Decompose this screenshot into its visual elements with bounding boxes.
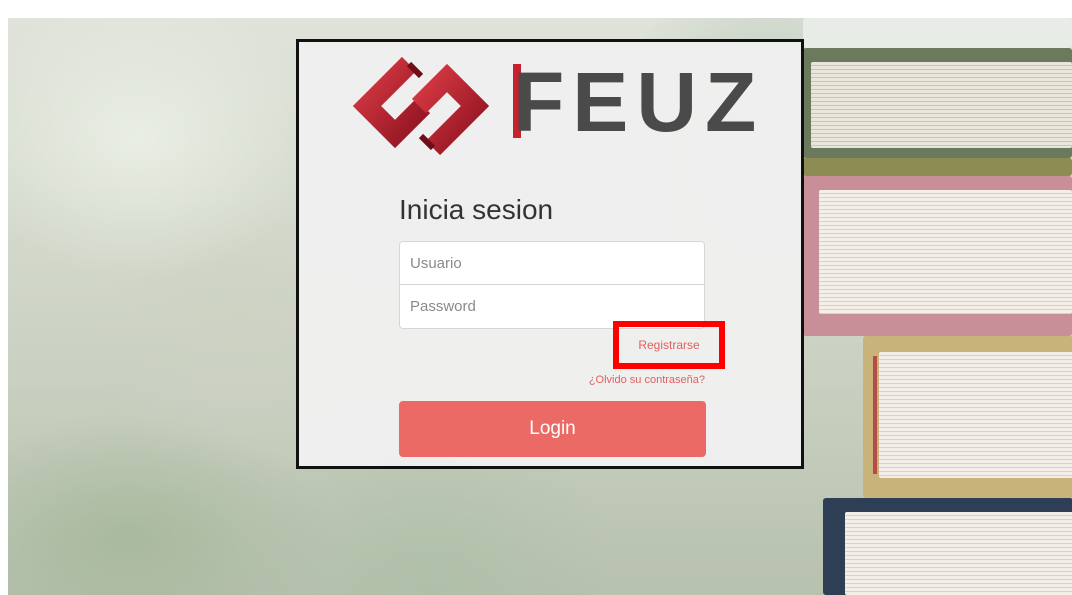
book xyxy=(823,498,1072,595)
book-stack-image xyxy=(803,18,1072,595)
forgot-password-link[interactable]: ¿Olvido su contraseña? xyxy=(589,374,705,386)
brand-logo: FEUZ xyxy=(351,50,761,162)
book xyxy=(863,336,1072,498)
login-title: Inicia sesion xyxy=(399,194,554,225)
book xyxy=(803,176,1072,336)
brand-name: FEUZ xyxy=(513,55,765,149)
username-input[interactable] xyxy=(399,241,705,285)
login-button[interactable]: Login xyxy=(399,401,706,457)
register-link[interactable]: Registrarse xyxy=(638,338,699,352)
login-card: FEUZ Inicia sesion Registrarse ¿Olvido s… xyxy=(296,39,804,469)
register-highlight-box: Registrarse xyxy=(613,321,725,369)
book xyxy=(803,158,1072,176)
chain-link-logo-icon xyxy=(352,56,490,156)
book xyxy=(803,48,1072,158)
